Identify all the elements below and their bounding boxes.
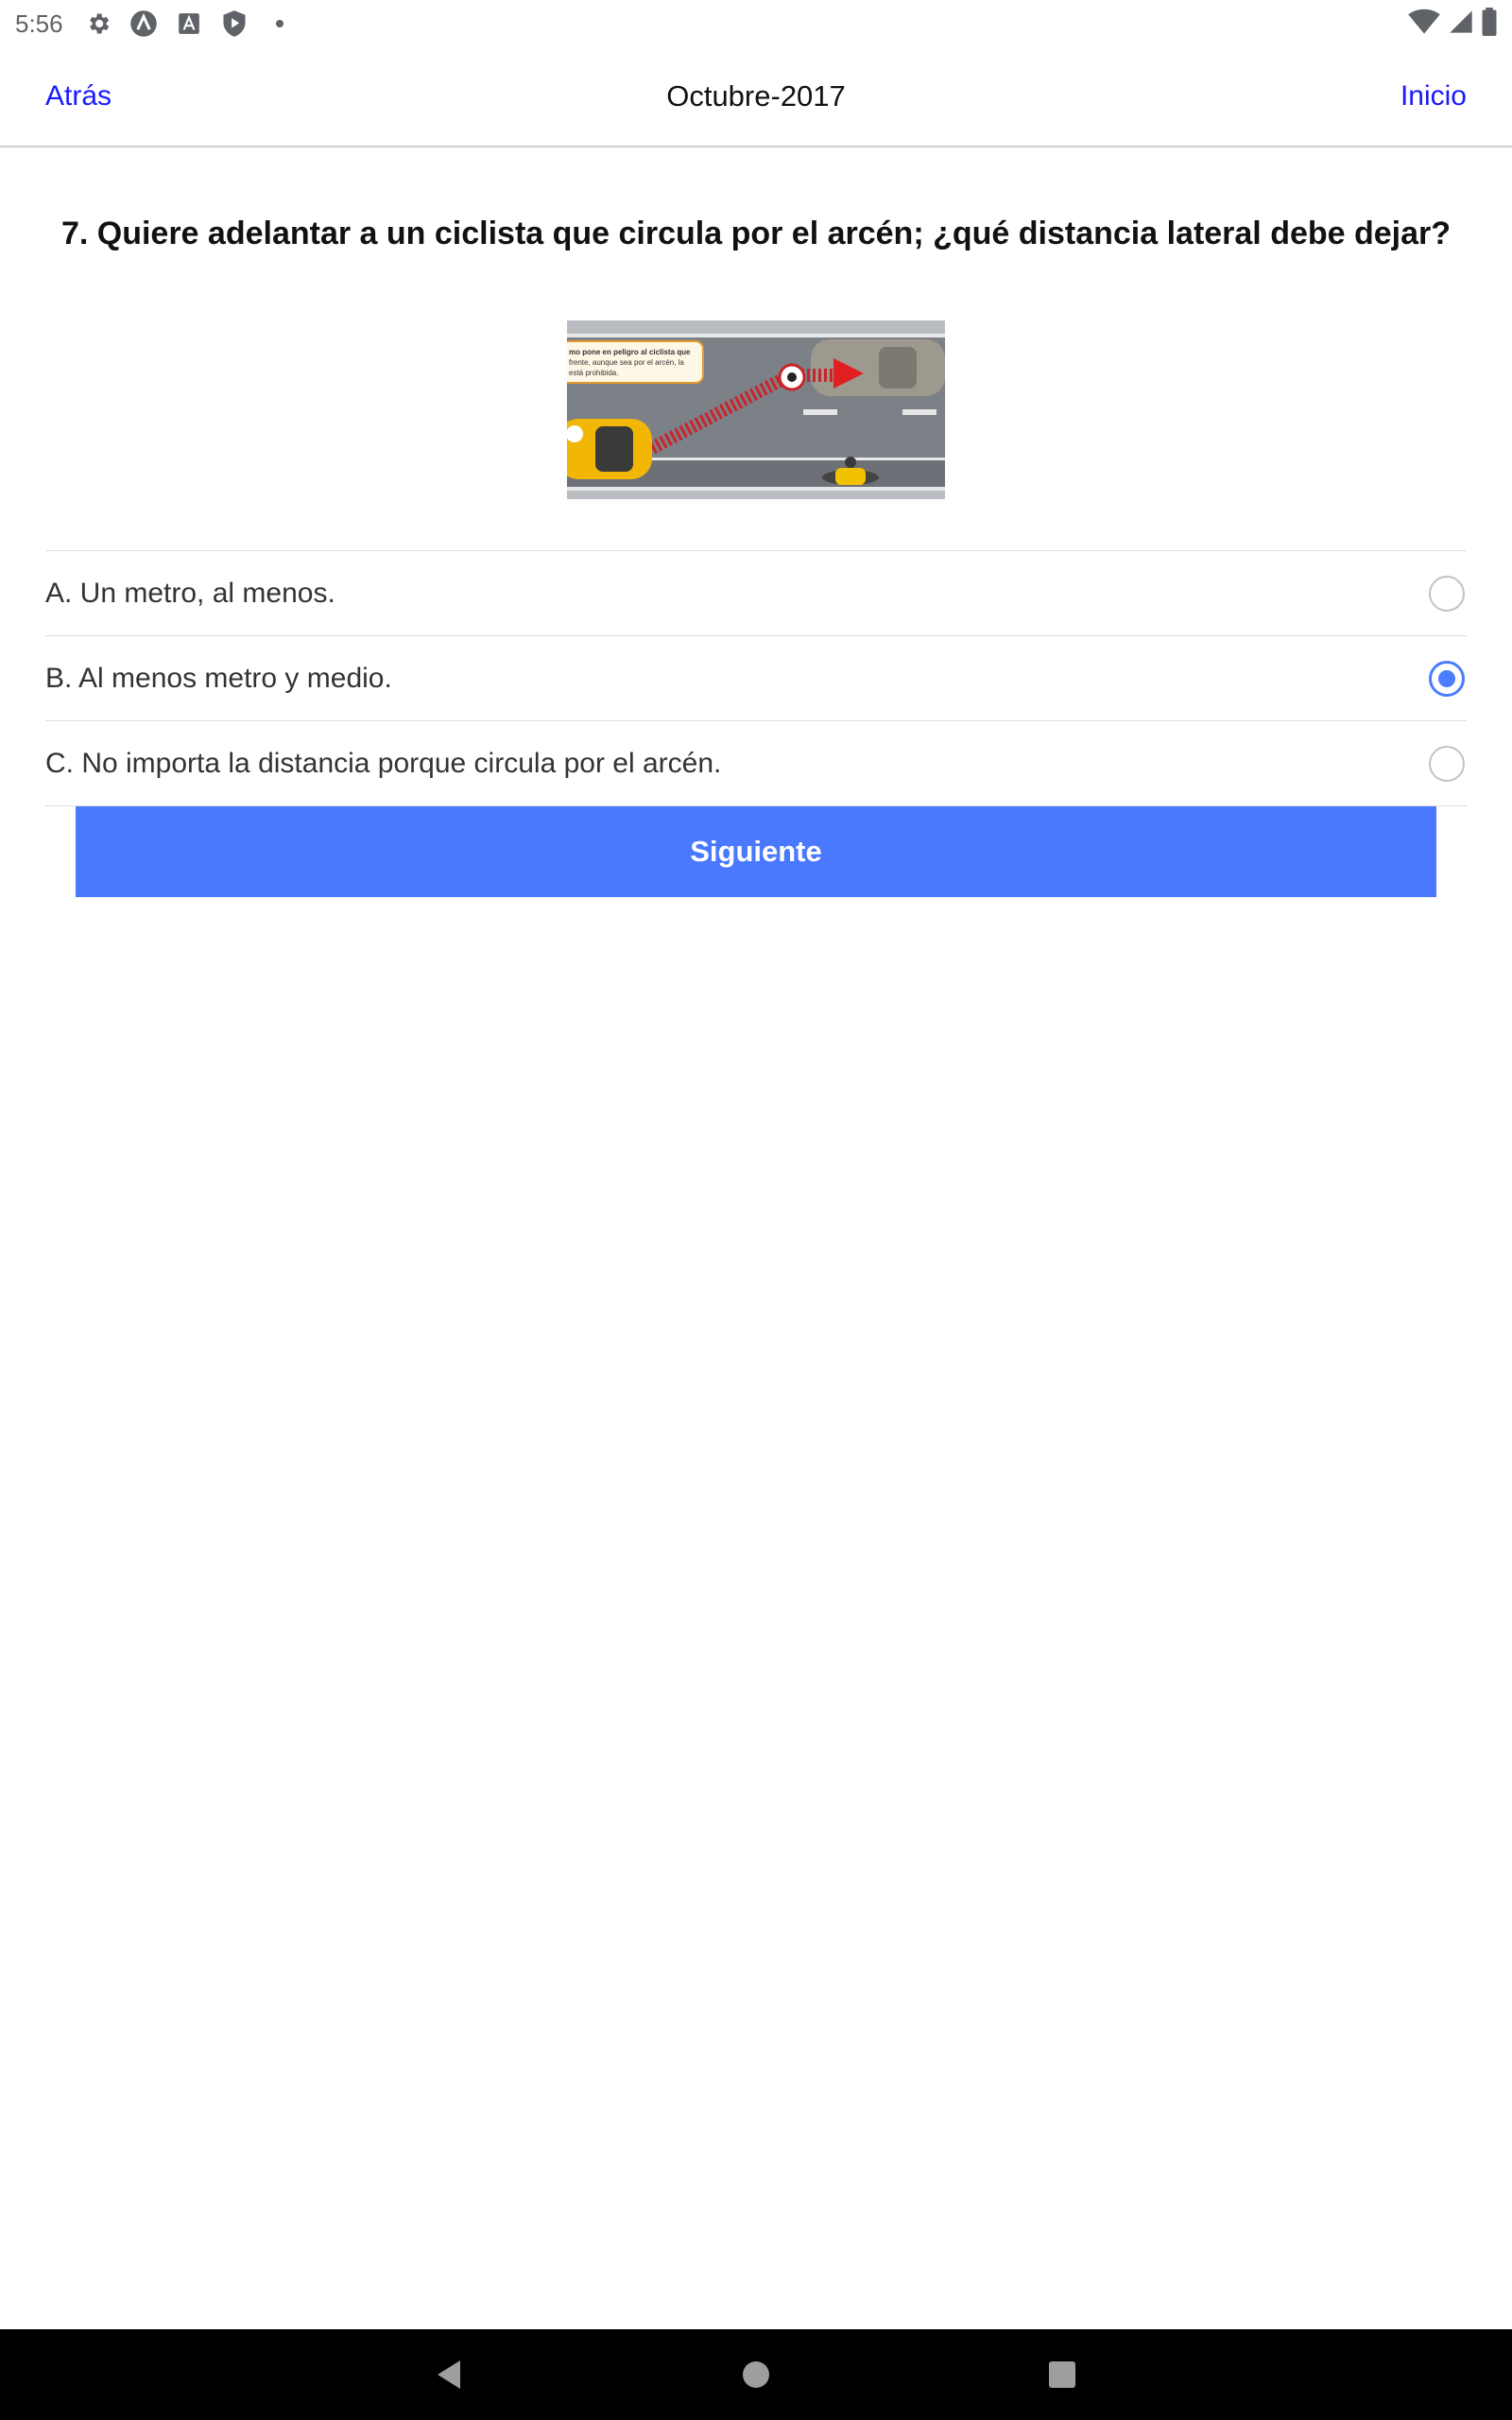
home-link[interactable]: Inicio xyxy=(1400,47,1467,146)
status-bar: 5:56 xyxy=(0,0,1512,47)
recents-square-icon[interactable] xyxy=(1040,2352,1085,2397)
svg-text:frente, aunque sea por el arcé: frente, aunque sea por el arcén, la xyxy=(569,358,684,367)
radio-button-unchecked[interactable] xyxy=(1429,745,1465,782)
status-icons-left xyxy=(84,9,294,38)
radio-dot xyxy=(1438,669,1455,687)
wifi-icon xyxy=(1408,9,1440,40)
question-illustration: mo pone en peligro al ciclista que frent… xyxy=(567,320,945,499)
screen: 5:56 Atrás Octubre-2017 Inicio 7. Quiere… xyxy=(0,0,1512,2420)
signal-icon xyxy=(1448,9,1474,40)
question-text: 7. Quiere adelantar a un ciclista que ci… xyxy=(60,216,1452,251)
car-behind-icon xyxy=(811,339,945,396)
app-header: Atrás Octubre-2017 Inicio xyxy=(0,47,1512,147)
page-title: Octubre-2017 xyxy=(666,79,846,112)
next-button[interactable]: Siguiente xyxy=(76,806,1436,897)
option-label: B. Al menos metro y medio. xyxy=(45,662,392,694)
caption-box: mo pone en peligro al ciclista que frent… xyxy=(567,340,704,384)
shield-play-icon xyxy=(220,9,249,38)
app-a-icon xyxy=(129,9,158,38)
dot-icon xyxy=(266,9,294,38)
option-label: C. No importa la distancia porque circul… xyxy=(45,747,722,779)
svg-text:está prohibida.: está prohibida. xyxy=(569,369,618,377)
font-icon xyxy=(175,9,203,38)
option-c[interactable]: C. No importa la distancia porque circul… xyxy=(45,721,1467,806)
answer-options: A. Un metro, al menos. B. Al menos metro… xyxy=(45,550,1467,806)
gear-icon xyxy=(84,9,112,38)
option-label: A. Un metro, al menos. xyxy=(45,577,335,609)
yellow-car-icon xyxy=(567,419,652,479)
system-nav-bar xyxy=(0,2329,1512,2420)
back-link[interactable]: Atrás xyxy=(45,47,112,146)
radio-button-checked[interactable] xyxy=(1429,660,1465,697)
battery-icon xyxy=(1482,7,1497,41)
status-time: 5:56 xyxy=(15,9,63,38)
status-icons-right xyxy=(1408,7,1497,41)
radio-button-unchecked[interactable] xyxy=(1429,575,1465,612)
home-circle-icon[interactable] xyxy=(733,2352,779,2397)
svg-text:mo pone en peligro al ciclista: mo pone en peligro al ciclista que xyxy=(569,348,691,356)
option-b[interactable]: B. Al menos metro y medio. xyxy=(45,636,1467,721)
option-a[interactable]: A. Un metro, al menos. xyxy=(45,551,1467,636)
back-triangle-icon[interactable] xyxy=(425,2352,471,2397)
